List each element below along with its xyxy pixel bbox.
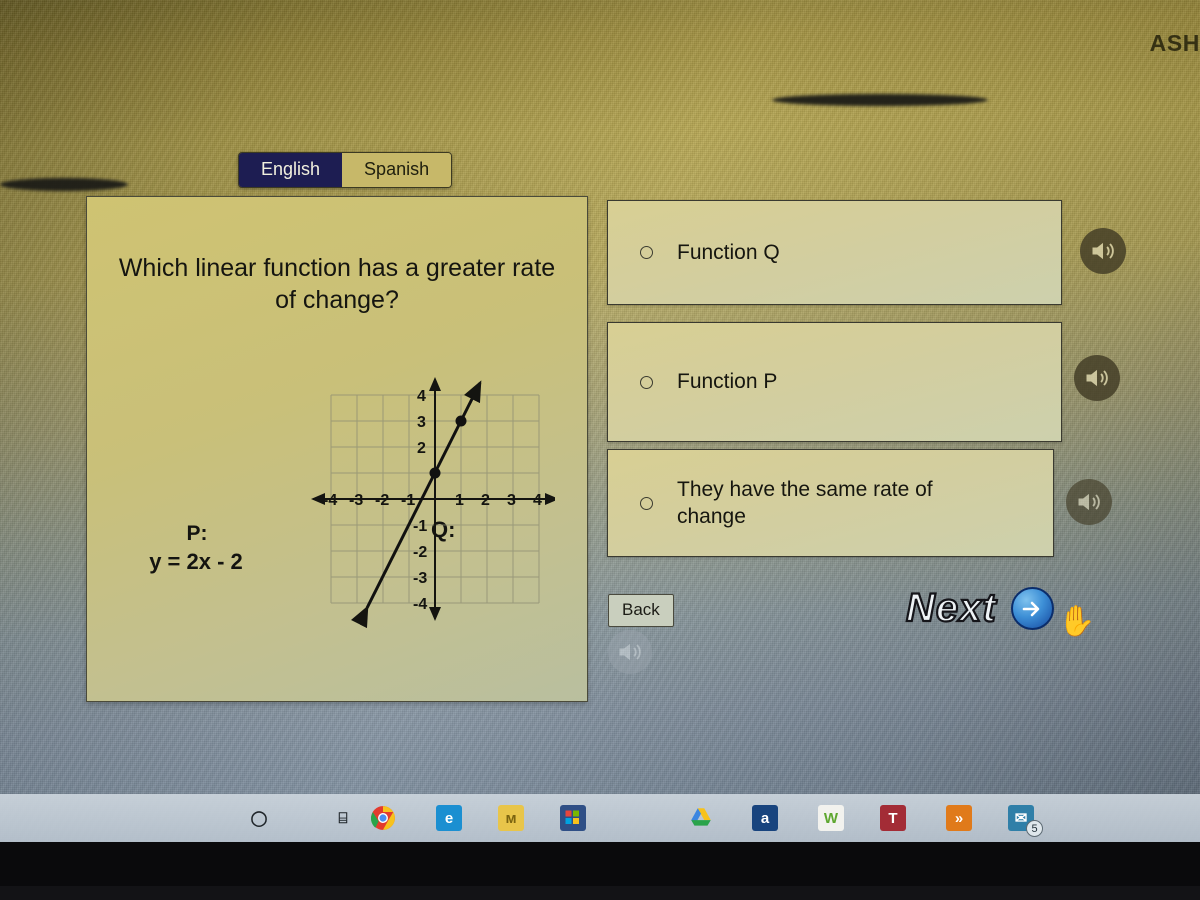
option-function-q[interactable]: Function Q [607, 200, 1062, 305]
svg-text:4: 4 [417, 388, 426, 405]
svg-text:1: 1 [455, 492, 464, 509]
cortana-icon[interactable]: ◯ [246, 805, 272, 831]
radio-same-rate[interactable] [640, 496, 653, 510]
svg-text:-4: -4 [323, 492, 337, 509]
mouse-cursor-hand-icon: ✋ [1058, 605, 1096, 638]
svg-text:2: 2 [481, 492, 490, 509]
t-app-icon[interactable]: T [880, 805, 906, 831]
mail-unread-badge: 5 [1026, 820, 1043, 837]
svg-text:-1: -1 [413, 518, 427, 535]
function-q-graph: -4 -3 -2 -1 1 2 3 4 4 3 2 -1 -2 -3 -4 [311, 377, 555, 629]
function-p-label: P: [186, 522, 208, 545]
option-same-rate[interactable]: They have the same rate of change [607, 449, 1054, 557]
fast-forward-icon[interactable]: » [946, 805, 972, 831]
tab-english[interactable]: English [239, 153, 343, 187]
speaker-icon[interactable] [608, 630, 652, 674]
svg-text:-2: -2 [375, 492, 389, 509]
mail-icon[interactable]: ✉ 5 [1008, 805, 1043, 837]
svg-text:-3: -3 [349, 492, 363, 509]
question-text: Which linear function has a greater rate… [118, 254, 556, 314]
back-button[interactable]: Back [608, 594, 674, 627]
speaker-icon[interactable] [1074, 355, 1120, 401]
option-label-function-p: Function P [677, 370, 778, 394]
arrow-right-icon[interactable] [1010, 587, 1054, 630]
option-label-same-rate: They have the same rate of change [677, 477, 933, 528]
function-p-equation: y = 2x - 2 [149, 549, 243, 574]
svg-text:3: 3 [417, 414, 426, 431]
svg-text:-1: -1 [401, 492, 415, 509]
speaker-icon[interactable] [1080, 228, 1126, 274]
google-drive-icon[interactable] [688, 805, 714, 831]
svg-text:4: 4 [533, 492, 542, 509]
page-title: ASH [1149, 30, 1200, 56]
svg-text:-2: -2 [413, 544, 427, 561]
option-label-function-q: Function Q [677, 240, 780, 264]
laptop-screen-photo: ASH English Spanish Which linear functio… [0, 0, 1200, 900]
laptop-bezel [0, 886, 1200, 900]
task-view-icon[interactable]: ⌸ [330, 805, 356, 831]
w-app-icon[interactable]: W [818, 805, 844, 831]
radio-function-p[interactable] [640, 375, 653, 389]
screen-smudge-left [0, 178, 128, 191]
svg-text:2: 2 [417, 440, 426, 457]
speaker-icon[interactable] [1066, 479, 1112, 525]
screen-smudge-top [772, 94, 988, 106]
svg-text:-4: -4 [413, 596, 427, 613]
svg-text:-3: -3 [413, 570, 427, 587]
chrome-icon[interactable] [370, 805, 396, 831]
svg-text:3: 3 [507, 492, 516, 509]
amazon-icon[interactable]: a [752, 805, 778, 831]
question-panel: Which linear function has a greater rate… [86, 196, 588, 702]
microsoft-store-icon[interactable] [560, 805, 586, 831]
next-button-label: Next [905, 585, 997, 631]
next-button[interactable]: Next [905, 585, 1054, 631]
notes-app-icon[interactable]: ᴍ [498, 805, 524, 831]
option-function-p[interactable]: Function P [607, 322, 1062, 442]
language-tab-group[interactable]: English Spanish [238, 152, 453, 188]
tab-spanish[interactable]: Spanish [342, 153, 452, 187]
radio-function-q[interactable] [640, 246, 653, 259]
edge-icon[interactable]: e [436, 805, 462, 831]
